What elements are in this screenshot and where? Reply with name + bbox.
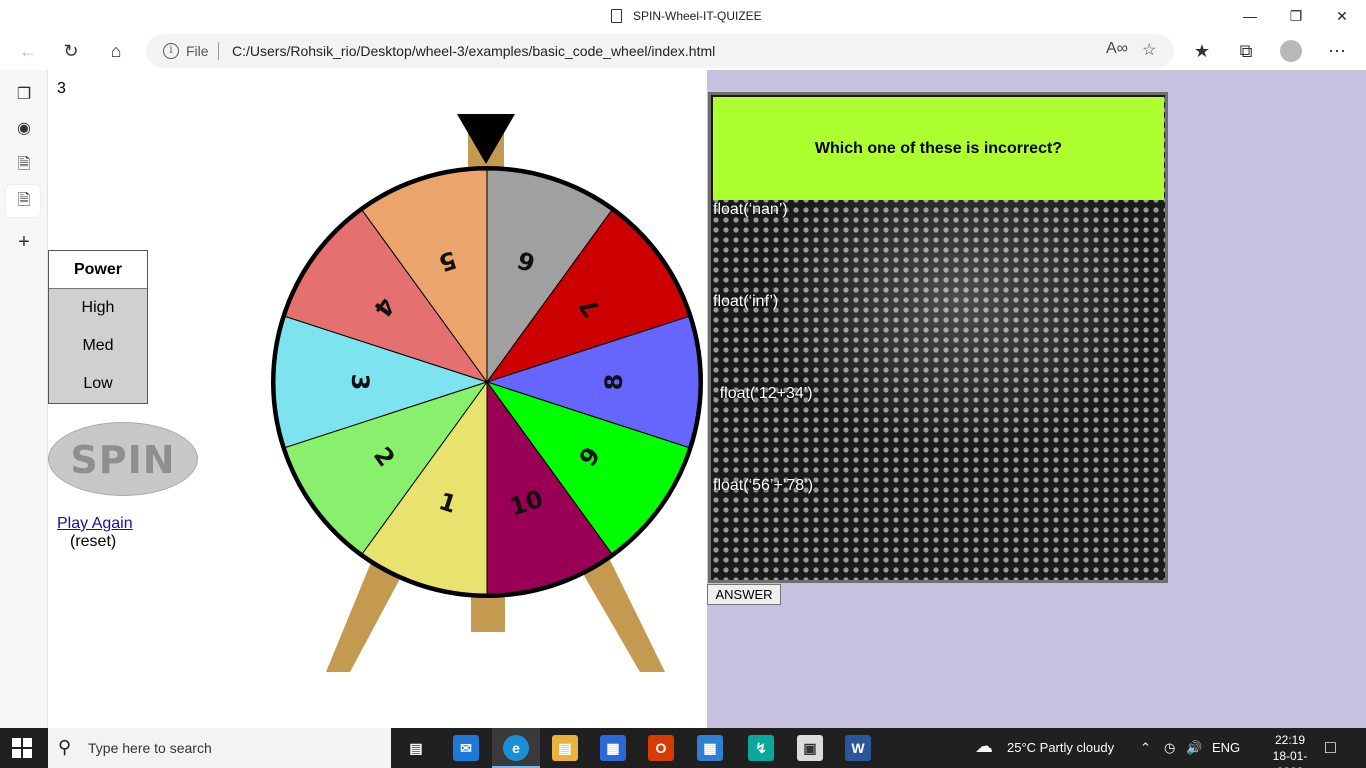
info-icon[interactable]: i [163,43,179,59]
power-selector: Power High Med Low [48,250,148,404]
word-icon[interactable]: W [845,735,871,761]
taskbar: ⚲ Type here to search ▤ ✉ e ▤ ▦ O ▦ ↯ ▣ … [0,728,1366,768]
quiz-card: Which one of these is incorrect? float(‘… [708,92,1168,583]
quiz-question: Which one of these is incorrect? [713,97,1164,200]
reset-label: (reset) [70,533,117,550]
minimize-icon[interactable]: — [1240,6,1260,26]
github-icon[interactable]: ◉ [12,117,36,141]
score-value: 3 [57,80,66,97]
mail-icon[interactable]: ✉ [453,735,479,761]
home-icon[interactable]: ⌂ [103,38,129,64]
weather-text[interactable]: 25°C Partly cloudy [1007,740,1114,755]
profile-avatar[interactable] [1278,38,1304,64]
notification-icon[interactable]: □ [1325,737,1336,758]
browser-toolbar: ← ↻ ⌂ i File C:/Users/Rohsik_rio/Desktop… [0,32,1366,70]
volume-icon[interactable]: 🔊 [1186,740,1202,756]
collections-icon[interactable]: ⧉ [1233,38,1259,64]
address-prefix: File [186,43,209,59]
power-header: Power [49,251,147,289]
power-automate-icon[interactable]: ↯ [748,735,774,761]
browser-sidebar: ❐ ◉ 🗎 🗎 + [0,70,48,728]
quiz-option-4[interactable]: float(‘56’+’78’) [713,477,813,495]
document-tab-icon[interactable]: 🗎 [12,153,36,177]
clock-date: 18-01-2023 [1272,749,1308,768]
read-aloud-icon[interactable]: A∞ [1106,40,1128,58]
network-icon[interactable]: ◷ [1164,740,1175,756]
close-icon[interactable]: ✕ [1332,6,1352,26]
quiz-option-2[interactable]: float(‘inf’) [713,293,778,311]
spin-button[interactable]: SPIN [48,422,198,496]
power-med-option[interactable]: Med [49,327,147,365]
chevron-up-icon[interactable]: ⌃ [1140,740,1151,756]
search-placeholder: Type here to search [88,740,212,756]
url-text[interactable]: C:/Users/Rohsik_rio/Desktop/wheel-3/exam… [232,43,715,59]
task-view-icon[interactable]: ▤ [403,735,429,761]
power-high-option[interactable]: High [49,289,147,327]
answer-button[interactable]: ANSWER [707,584,781,605]
page-icon [611,9,622,23]
system-clock[interactable]: 22:19 18-01-2023 [1262,732,1318,768]
document-tab-active-icon[interactable]: 🗎 [12,189,36,213]
weather-icon[interactable]: ☁ [975,736,993,757]
store-icon[interactable]: ▦ [600,735,626,761]
address-bar[interactable]: i File C:/Users/Rohsik_rio/Desktop/wheel… [146,34,1174,68]
quiz-option-1[interactable]: float(‘nan’) [713,201,788,219]
file-explorer-icon[interactable]: ▤ [552,735,578,761]
presentation-icon[interactable]: ▣ [797,735,823,761]
tab-actions-icon[interactable]: ❐ [12,83,36,107]
quiz-option-3[interactable]: . float(‘12+34’) [713,385,813,403]
play-again-link[interactable]: Play Again [57,515,133,533]
add-favorite-icon[interactable]: ☆ [1142,40,1156,60]
back-icon[interactable]: ← [15,38,41,64]
new-tab-icon[interactable]: + [12,230,36,254]
power-low-option[interactable]: Low [49,365,147,403]
search-icon: ⚲ [58,737,72,757]
more-icon[interactable]: ⋯ [1324,38,1350,64]
office-icon[interactable]: O [648,735,674,761]
refresh-icon[interactable]: ↻ [58,38,84,64]
window-title: SPIN-Wheel-IT-QUIZEE [633,9,762,23]
clock-time: 22:19 [1274,733,1306,747]
restore-icon[interactable]: ❐ [1286,6,1306,26]
quiz-option-3-text: float(‘12+34’) [719,385,813,402]
app-icon[interactable]: ▦ [697,735,723,761]
title-bar: SPIN-Wheel-IT-QUIZEE — ❐ ✕ [0,0,1366,32]
language-indicator[interactable]: ENG [1212,740,1240,755]
taskbar-search[interactable]: ⚲ Type here to search [48,728,391,768]
address-divider [218,42,219,60]
edge-browser-icon[interactable]: e [503,735,529,761]
windows-start-icon[interactable] [12,738,32,758]
favorites-icon[interactable]: ★ [1189,38,1215,64]
